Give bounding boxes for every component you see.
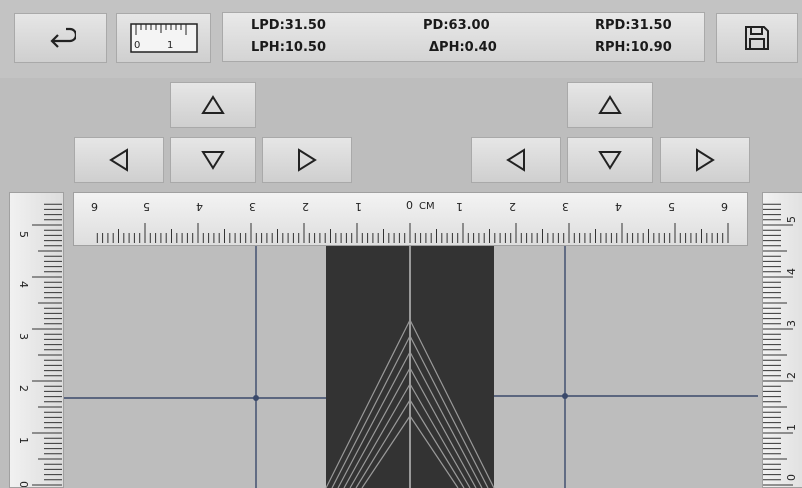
ruler-label-r6: 6 — [721, 200, 728, 213]
right-ruler-label-3: 3 — [785, 320, 798, 327]
ruler-unit-label: CM — [419, 201, 435, 212]
top-ruler: 6 5 4 3 2 1 0 CM 1 2 3 4 5 6 — [73, 192, 748, 246]
right-ruler-label-4: 4 — [785, 268, 798, 275]
left-ruler-label-5: 5 — [17, 231, 30, 238]
right-ruler-label-1: 1 — [785, 424, 798, 431]
ruler-label-l6: 6 — [91, 200, 98, 213]
ruler-zero-label: 0 — [406, 199, 413, 212]
ruler-label-l3: 3 — [249, 200, 256, 213]
ruler-label-r4: 4 — [615, 200, 622, 213]
top-ruler-left-labels: 6 5 4 3 2 1 — [91, 200, 362, 213]
right-ruler: 5 4 3 2 1 0 — [762, 192, 802, 488]
right-ruler-label-5: 5 — [785, 216, 798, 223]
ruler-label-l5: 5 — [143, 200, 150, 213]
ruler-label-r5: 5 — [668, 200, 675, 213]
right-pupil-point[interactable] — [562, 393, 568, 399]
left-ruler-label-4: 4 — [17, 281, 30, 288]
left-ruler-label-1: 1 — [17, 437, 30, 444]
ruler-label-r3: 3 — [562, 200, 569, 213]
ruler-label-r2: 2 — [509, 200, 516, 213]
ruler-label-l2: 2 — [302, 200, 309, 213]
left-ruler: 5 4 3 2 1 0 — [9, 192, 64, 488]
left-ruler-label-2: 2 — [17, 385, 30, 392]
ruler-label-r1: 1 — [456, 200, 463, 213]
left-ruler-label-3: 3 — [17, 333, 30, 340]
left-pupil-point[interactable] — [253, 395, 259, 401]
ruler-label-l4: 4 — [196, 200, 203, 213]
right-ruler-label-0: 0 — [785, 474, 798, 481]
left-ruler-label-0: 0 — [17, 481, 30, 487]
right-ruler-label-2: 2 — [785, 372, 798, 379]
ruler-label-l1: 1 — [355, 200, 362, 213]
